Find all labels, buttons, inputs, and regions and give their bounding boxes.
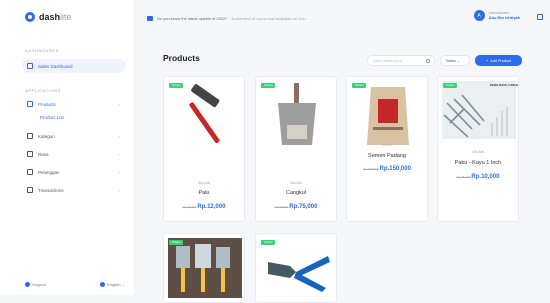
product-name: Paku - Kayu 1 Inch bbox=[454, 160, 502, 166]
sidebar-item-rasa[interactable]: Rasa › bbox=[22, 147, 126, 161]
sidebar-item-sales-dashboard[interactable]: Sales Dashboard bbox=[22, 59, 126, 73]
sidebar-item-label: Kategori bbox=[38, 133, 55, 139]
status-badge: Terbaru bbox=[261, 240, 276, 245]
logo-text-main: dash bbox=[39, 12, 61, 22]
sidebar-item-label: Pelanggan bbox=[38, 169, 60, 175]
app-logo[interactable]: dashlite bbox=[25, 12, 72, 22]
sidebar-item-transactions[interactable]: Transactions › bbox=[22, 183, 126, 197]
sidebar-subitem-product-list[interactable]: Product List bbox=[40, 115, 64, 120]
announcement-bar[interactable]: Do you know the latest update of 2022? A… bbox=[147, 16, 308, 21]
search-icon bbox=[426, 58, 430, 63]
support-link[interactable]: Support bbox=[25, 282, 46, 287]
cement-bag-image bbox=[367, 87, 409, 145]
product-price: Rp.15.000Rp.10,000 bbox=[456, 174, 500, 180]
hammer-image bbox=[189, 84, 220, 144]
status-badge: Terbaru bbox=[169, 83, 184, 88]
receipt-icon bbox=[27, 187, 33, 193]
nails-image-label: PAKU KAYU 1 INCH bbox=[490, 83, 519, 87]
page-title: Products bbox=[163, 53, 200, 63]
product-price: Rp.80.000Rp.75,000 bbox=[274, 204, 318, 210]
product-category: Alat-Alat bbox=[197, 181, 211, 185]
product-category: Semen bbox=[381, 143, 393, 147]
product-card-paku-kayu[interactable]: PAKU KAYU 1 INCH Terbaru Alat-Alat Paku … bbox=[437, 76, 519, 222]
product-card-semen-padang[interactable]: Terbaru Semen Semen Padang Rp.155.000Rp.… bbox=[346, 76, 428, 222]
product-card-palu[interactable]: Terbaru Alat-Alat Palu Rp.15.000Rp.12,00… bbox=[163, 76, 245, 222]
product-name: Palu bbox=[198, 190, 210, 196]
language-select[interactable]: English ⌄ bbox=[100, 282, 125, 287]
globe-icon bbox=[100, 282, 106, 287]
product-price: Rp.155.000Rp.150,000 bbox=[363, 166, 411, 172]
sidebar: dashlite DASHBOARDS Sales Dashboard APPL… bbox=[0, 0, 135, 295]
status-badge: Terbaru bbox=[169, 240, 184, 245]
chevron-right-icon: › bbox=[118, 187, 120, 193]
users-icon bbox=[27, 169, 33, 175]
product-card-cangkul[interactable]: Terbaru Alat-Alat Cangkul Rp.80.000Rp.75… bbox=[255, 76, 337, 222]
product-name: Semen Padang bbox=[368, 153, 406, 159]
announcement-link[interactable]: A overview of our is now available on Yo… bbox=[232, 16, 309, 21]
sidebar-item-label: Products bbox=[38, 101, 56, 107]
product-old-price: Rp.155.000 bbox=[363, 167, 379, 171]
support-icon bbox=[25, 282, 30, 287]
nails-image bbox=[442, 81, 516, 139]
topbar: Do you know the latest update of 2022? A… bbox=[135, 0, 550, 38]
sidebar-item-label: Sales Dashboard bbox=[38, 63, 73, 69]
category-icon bbox=[27, 133, 33, 139]
sidebar-item-label: Transactions bbox=[38, 187, 64, 193]
section-dashboards: DASHBOARDS bbox=[25, 48, 60, 53]
dashboard-icon bbox=[27, 63, 33, 69]
avatar: A bbox=[473, 10, 485, 21]
chevron-right-icon: › bbox=[118, 151, 120, 157]
section-applications: APPLICATIONS bbox=[25, 88, 62, 93]
product-category: Alat-Alat bbox=[471, 150, 485, 154]
product-card-pliers[interactable]: Terbaru bbox=[255, 233, 337, 303]
box-icon bbox=[27, 101, 33, 107]
user-name: Abu Bin Ishtiyak bbox=[488, 15, 520, 21]
plus-icon: + bbox=[485, 58, 489, 63]
chevron-right-icon: › bbox=[118, 169, 120, 175]
product-old-price: Rp.80.000 bbox=[274, 205, 289, 209]
status-badge: Terbaru bbox=[261, 83, 276, 88]
search-input[interactable]: Quick search by id bbox=[367, 55, 435, 66]
product-old-price: Rp.15.000 bbox=[182, 205, 197, 209]
user-role: Administrator bbox=[488, 10, 510, 15]
hoe-image bbox=[278, 83, 316, 145]
user-menu[interactable]: A Administrator Abu Bin Ishtiyak bbox=[473, 10, 520, 21]
chevron-right-icon: › bbox=[118, 133, 120, 139]
product-card-scraper[interactable]: Terbaru bbox=[163, 233, 245, 303]
pliers-image bbox=[268, 256, 330, 292]
tag-icon bbox=[27, 151, 33, 157]
scraper-image bbox=[168, 238, 242, 298]
sidebar-item-pelanggan[interactable]: Pelanggan › bbox=[22, 165, 126, 179]
sidebar-item-label: Rasa bbox=[38, 151, 49, 157]
product-price: Rp.15.000Rp.12,000 bbox=[182, 204, 226, 210]
product-category: Alat-Alat bbox=[289, 181, 303, 185]
add-product-button[interactable]: + Add Product bbox=[475, 55, 522, 66]
product-name: Cangkul bbox=[285, 190, 307, 196]
status-select[interactable]: Status ⌄ bbox=[440, 55, 470, 66]
status-badge: Terbaru bbox=[443, 83, 458, 88]
megaphone-icon bbox=[147, 16, 153, 21]
sidebar-footer: Support English ⌄ bbox=[25, 282, 125, 287]
product-old-price: Rp.15.000 bbox=[456, 175, 471, 179]
logo-text-lite: lite bbox=[60, 12, 72, 22]
sidebar-item-products[interactable]: Products › bbox=[22, 97, 126, 111]
notification-icon[interactable] bbox=[537, 14, 543, 20]
status-badge: Terbaru bbox=[352, 83, 367, 88]
announcement-text: Do you know the latest update of 2022? bbox=[157, 16, 228, 21]
logo-icon bbox=[25, 12, 35, 22]
chevron-right-icon: › bbox=[118, 101, 120, 107]
sidebar-item-kategori[interactable]: Kategori › bbox=[22, 129, 126, 143]
